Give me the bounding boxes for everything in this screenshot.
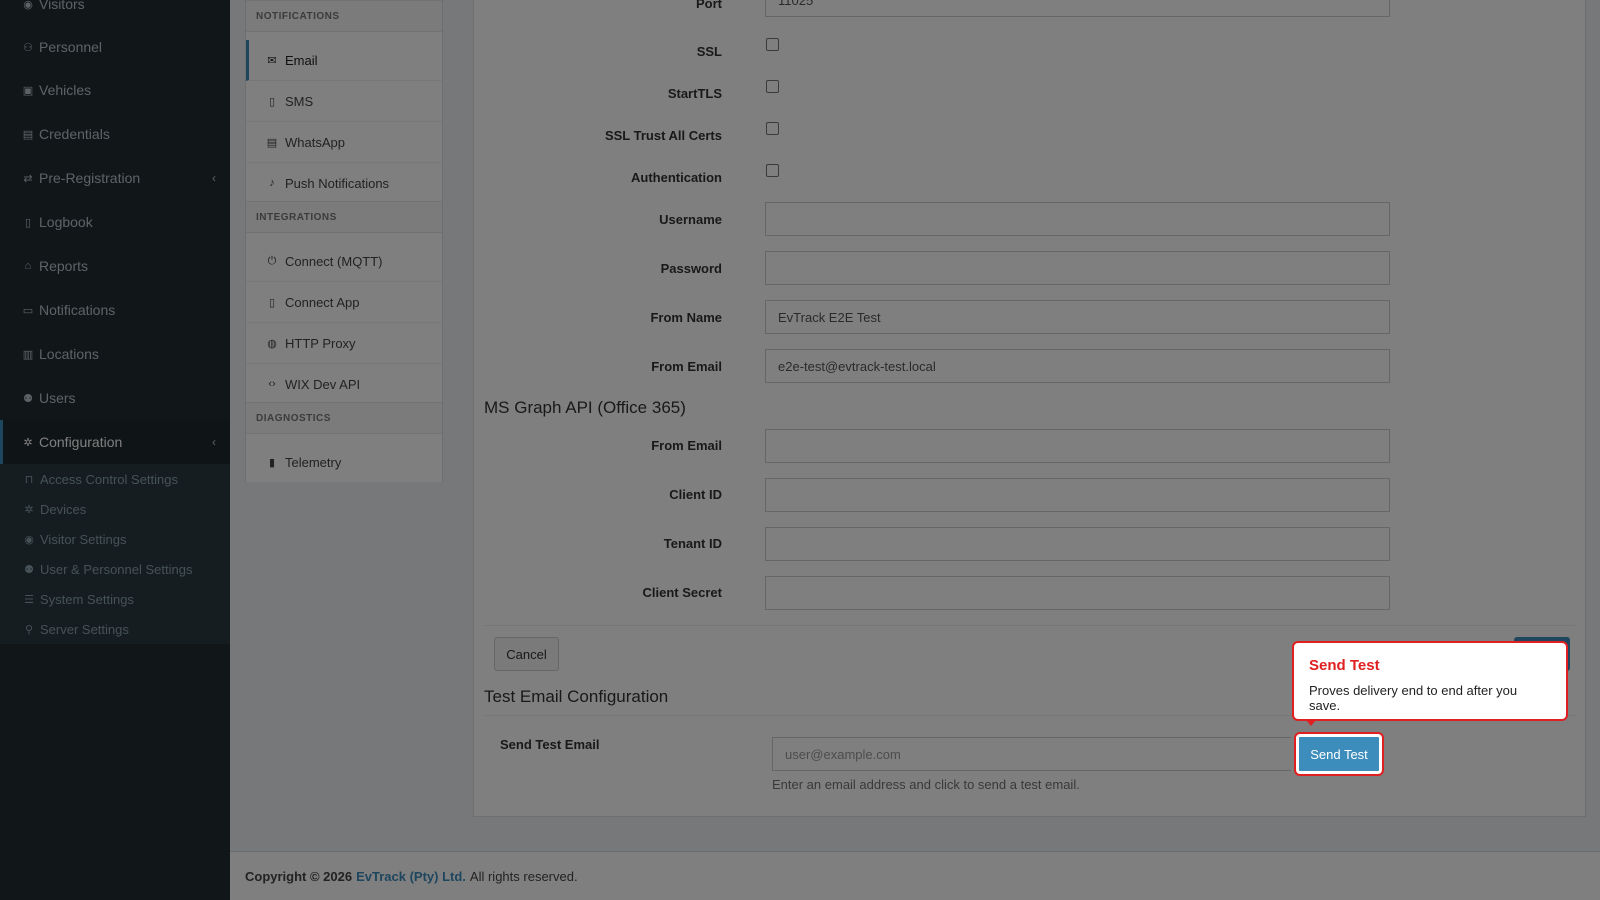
tooltip-arrow xyxy=(1306,720,1316,726)
tooltip-title: Send Test xyxy=(1309,657,1380,674)
tour-tooltip: Send Test Proves delivery end to end aft… xyxy=(1292,641,1568,721)
tooltip-body: Proves delivery end to end after you sav… xyxy=(1309,683,1518,713)
send-test-button[interactable]: Send Test xyxy=(1296,734,1382,774)
